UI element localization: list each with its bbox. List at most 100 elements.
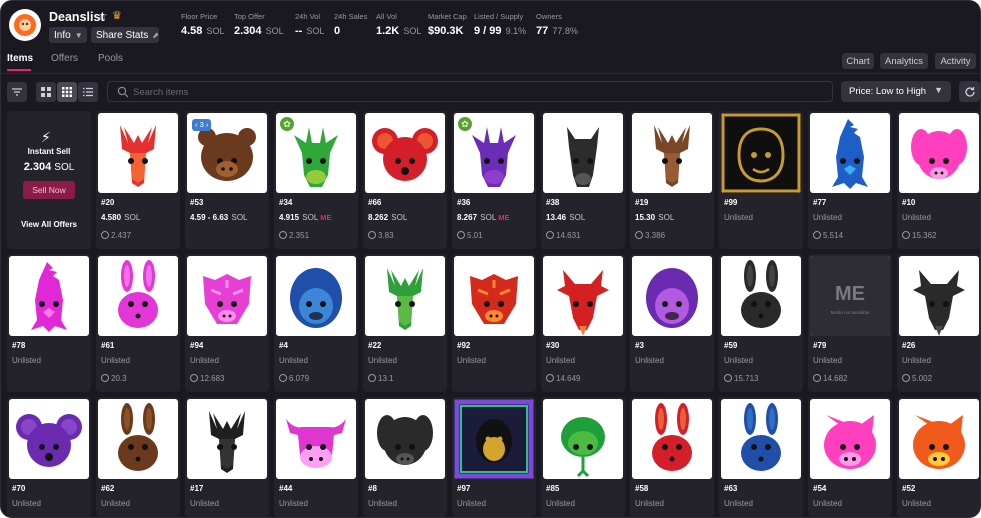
nft-card[interactable]: #77 Unlisted 5.514 — [808, 111, 892, 249]
nft-card[interactable]: #59 Unlisted 15.713 — [719, 254, 803, 392]
nft-image[interactable] — [810, 399, 890, 479]
nft-card[interactable]: #52 Unlisted — [897, 397, 980, 517]
nft-image[interactable] — [365, 399, 445, 479]
nft-image[interactable]: ‹ 3 › — [187, 113, 267, 193]
nft-card[interactable]: #22 Unlisted 13.1 — [363, 254, 447, 392]
nft-image[interactable] — [187, 256, 267, 336]
nft-image[interactable] — [9, 256, 89, 336]
analytics-button[interactable]: Analytics — [880, 53, 928, 69]
nft-price-unit: SOL — [231, 213, 248, 222]
sort-dropdown[interactable]: Price: Low to High ▼ — [841, 81, 951, 102]
nft-card[interactable]: #19 15.30 SOL 3.386 — [630, 111, 714, 249]
nft-image[interactable] — [365, 113, 445, 193]
lightning-icon: ⚡︎ — [41, 129, 51, 145]
nft-status: Unlisted — [902, 356, 931, 365]
nft-number: #70 — [12, 484, 26, 493]
nft-card[interactable]: ✿ #34 4.915 SOL ME 2.351 — [274, 111, 358, 249]
nft-rarity-value: 14.682 — [823, 374, 848, 383]
magic-eden-icon: ME — [498, 213, 510, 222]
nft-image[interactable] — [899, 399, 979, 479]
nft-card[interactable]: #38 13.46 SOL 14.631 — [541, 111, 625, 249]
nft-card[interactable]: #8 Unlisted — [363, 397, 447, 517]
nft-image[interactable] — [98, 113, 178, 193]
nft-card[interactable]: #61 Unlisted 20.3 — [96, 254, 180, 392]
tab-offers[interactable]: Offers — [51, 53, 78, 64]
nft-card[interactable]: #26 Unlisted 5.002 — [897, 254, 980, 392]
nft-card[interactable]: #78 Unlisted — [7, 254, 91, 392]
nft-image[interactable] — [632, 399, 712, 479]
nft-number: #66 — [368, 198, 382, 207]
filter-button[interactable] — [7, 82, 27, 102]
nft-rarity: 3.83 — [368, 231, 394, 240]
nft-image[interactable] — [632, 113, 712, 193]
nft-image[interactable] — [276, 399, 356, 479]
goat-mascot-icon — [913, 270, 965, 336]
sell-now-button[interactable]: Sell Now — [23, 181, 75, 199]
nft-card[interactable]: #66 8.262 SOL 3.83 — [363, 111, 447, 249]
nft-image[interactable] — [721, 399, 801, 479]
bundle-count-badge: ‹ 3 › — [192, 119, 212, 131]
nft-card[interactable]: #70 Unlisted — [7, 397, 91, 517]
nft-card[interactable]: ✿ #36 8.267 SOL ME 5.01 — [452, 111, 536, 249]
nft-card[interactable]: #94 Unlisted 12.683 — [185, 254, 269, 392]
nft-image[interactable] — [98, 256, 178, 336]
nft-card[interactable]: #3 Unlisted — [630, 254, 714, 392]
instant-sell-price-value: 2.304 — [23, 161, 52, 173]
activity-button[interactable]: Activity — [935, 53, 976, 69]
nft-image[interactable] — [365, 256, 445, 336]
nft-number: #79 — [813, 341, 827, 350]
collection-logo[interactable] — [9, 9, 41, 41]
nft-status: Unlisted — [101, 499, 130, 508]
grid-large-view-button[interactable] — [36, 82, 56, 102]
nft-image[interactable] — [543, 399, 623, 479]
nft-image[interactable] — [721, 113, 801, 193]
nft-image[interactable]: ✿ — [276, 113, 356, 193]
nft-card[interactable]: #20 4.580 SOL 2.437 — [96, 111, 180, 249]
grid-small-view-button[interactable] — [57, 82, 77, 102]
tab-items[interactable]: Items — [7, 53, 33, 64]
nft-image[interactable] — [187, 399, 267, 479]
list-view-button[interactable] — [78, 82, 98, 102]
nft-image[interactable] — [9, 399, 89, 479]
nft-image[interactable] — [899, 113, 979, 193]
nft-image[interactable] — [543, 256, 623, 336]
nft-card[interactable]: ME Media not available #79 Unlisted 14.682 — [808, 254, 892, 392]
tiger-mascot-icon — [470, 274, 518, 324]
nft-card[interactable]: #62 Unlisted — [96, 397, 180, 517]
star-outline-icon[interactable]: ☆ — [97, 9, 108, 23]
nft-image[interactable] — [810, 113, 890, 193]
info-dropdown[interactable]: Info ▼ — [49, 27, 87, 43]
nft-image[interactable] — [276, 256, 356, 336]
tab-pools[interactable]: Pools — [98, 53, 123, 64]
nft-rarity-value: 5.514 — [823, 231, 844, 240]
chart-button[interactable]: Chart — [842, 53, 874, 69]
search-input[interactable] — [133, 84, 823, 100]
nft-image[interactable] — [632, 256, 712, 336]
nft-card[interactable]: #17 Unlisted — [185, 397, 269, 517]
nft-image[interactable] — [454, 256, 534, 336]
share-stats-button[interactable]: Share Stats ⬈ — [91, 27, 159, 43]
nft-card[interactable]: #97 Unlisted — [452, 397, 536, 517]
nft-card[interactable]: #54 Unlisted — [808, 397, 892, 517]
nft-card[interactable]: #4 Unlisted 6.079 — [274, 254, 358, 392]
nft-image[interactable]: ME Media not available — [810, 256, 890, 336]
nft-card[interactable]: #30 Unlisted 14.649 — [541, 254, 625, 392]
nft-card[interactable]: ‹ 3 › #53 4.59 - 6.63 SOL — [185, 111, 269, 249]
nft-image[interactable] — [98, 399, 178, 479]
nft-card[interactable]: #63 Unlisted — [719, 397, 803, 517]
refresh-button[interactable] — [959, 81, 980, 102]
nft-card[interactable]: #92 Unlisted — [452, 254, 536, 392]
nft-card[interactable]: #10 Unlisted 15.362 — [897, 111, 980, 249]
nft-image[interactable] — [899, 256, 979, 336]
nft-image[interactable]: ✿ — [454, 113, 534, 193]
nft-card[interactable]: #99 Unlisted — [719, 111, 803, 249]
nft-card[interactable]: #58 Unlisted — [630, 397, 714, 517]
nft-card[interactable]: #85 Unlisted — [541, 397, 625, 517]
nft-image[interactable] — [454, 399, 534, 479]
nft-card[interactable]: #44 Unlisted — [274, 397, 358, 517]
rarity-icon — [902, 231, 910, 239]
nft-image[interactable] — [543, 113, 623, 193]
view-all-offers-link[interactable]: View All Offers — [7, 220, 91, 229]
nft-image[interactable] — [721, 256, 801, 336]
stat-unit: SOL — [403, 26, 422, 36]
